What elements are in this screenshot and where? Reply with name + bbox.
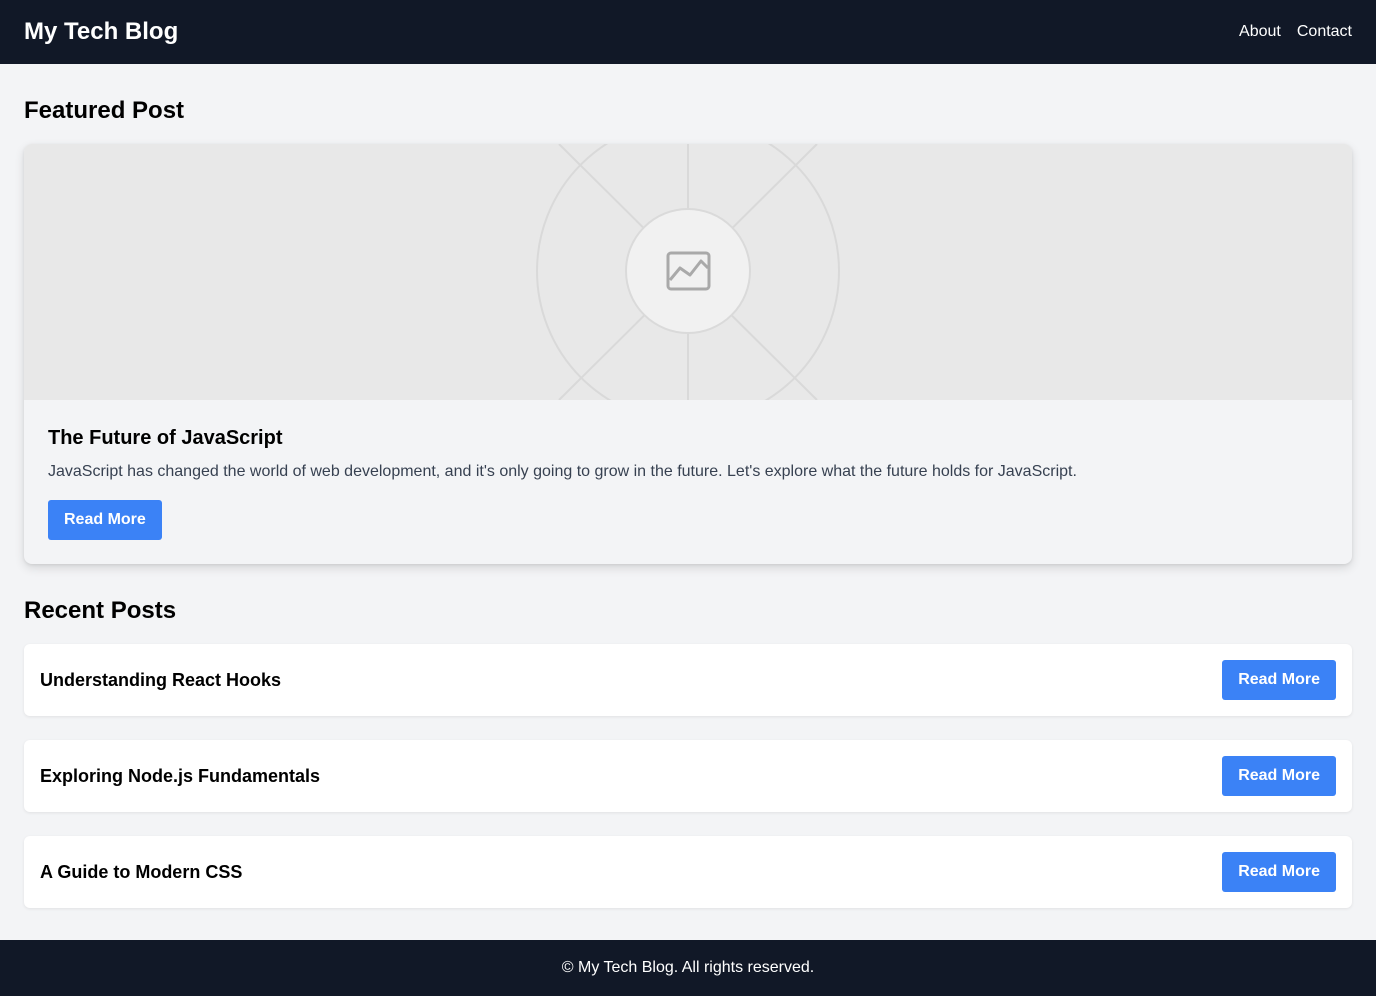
nav-about-link[interactable]: About <box>1239 23 1281 41</box>
featured-post-body: The Future of JavaScript JavaScript has … <box>24 400 1352 564</box>
recent-post-title[interactable]: A Guide to Modern CSS <box>40 862 242 883</box>
recent-post-item: A Guide to Modern CSS Read More <box>24 836 1352 908</box>
main-content: Featured Post The Future of JavaScript J… <box>0 64 1376 908</box>
featured-image-placeholder <box>24 144 1352 400</box>
featured-post-card: The Future of JavaScript JavaScript has … <box>24 144 1352 564</box>
featured-section-title: Featured Post <box>24 97 185 124</box>
copyright-text: © My Tech Blog. All rights reserved. <box>561 959 815 976</box>
recent-post-item: Understanding React Hooks Read More <box>24 644 1352 716</box>
recent-post-title[interactable]: Understanding React Hooks <box>40 670 281 691</box>
nav-contact-link[interactable]: Contact <box>1297 23 1352 41</box>
site-header: My Tech Blog About Contact <box>0 0 1376 64</box>
read-more-button[interactable]: Read More <box>1222 852 1336 892</box>
recent-section-title: Recent Posts <box>24 597 177 624</box>
read-more-button[interactable]: Read More <box>1222 660 1336 700</box>
recent-post-item: Exploring Node.js Fundamentals Read More <box>24 740 1352 812</box>
site-footer: © My Tech Blog. All rights reserved. <box>0 940 1376 996</box>
site-brand[interactable]: My Tech Blog <box>24 18 178 46</box>
featured-post-title[interactable]: The Future of JavaScript <box>48 426 1328 450</box>
image-placeholder-graphic <box>464 144 912 400</box>
recent-post-title[interactable]: Exploring Node.js Fundamentals <box>40 766 320 787</box>
featured-read-more-button[interactable]: Read More <box>48 500 162 540</box>
featured-post-description: JavaScript has changed the world of web … <box>48 463 1077 480</box>
read-more-button[interactable]: Read More <box>1222 756 1336 796</box>
top-nav: About Contact <box>1239 23 1352 41</box>
